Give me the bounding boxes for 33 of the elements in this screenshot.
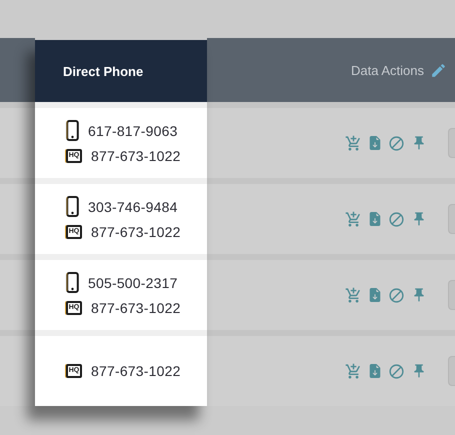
block-icon[interactable] [388, 286, 405, 304]
file-download-icon[interactable] [368, 212, 382, 226]
table-cell [0, 184, 35, 254]
phone-number: 617-817-9063 [88, 122, 178, 138]
column-header[interactable]: Data Actions [351, 62, 424, 78]
pencil-icon[interactable] [430, 62, 447, 78]
phone-number: 877-673-1022 [91, 224, 181, 240]
mobile-phone-icon [66, 196, 79, 217]
file-download-icon[interactable] [368, 364, 382, 378]
cut-off-button[interactable] [448, 280, 455, 310]
phone-number: 877-673-1022 [91, 148, 181, 164]
add-to-cart-icon[interactable] [345, 286, 362, 304]
block-icon[interactable] [388, 134, 405, 152]
cut-off-button[interactable] [448, 204, 455, 234]
cut-off-button[interactable] [448, 356, 455, 386]
cut-off-button[interactable] [448, 128, 455, 158]
phone-number: 877-673-1022 [91, 363, 181, 379]
block-icon[interactable] [388, 362, 405, 380]
column-header[interactable]: Direct Phone [63, 64, 144, 78]
table-cell [0, 336, 35, 406]
add-to-cart-icon[interactable] [345, 362, 362, 380]
add-to-cart-icon[interactable] [345, 134, 362, 152]
mobile-phone-icon [66, 120, 79, 141]
phone-number: 877-673-1022 [91, 300, 181, 316]
mobile-phone-icon [66, 272, 79, 293]
file-download-icon[interactable] [368, 288, 382, 302]
phone-number: 303-746-9484 [88, 198, 178, 214]
table-cell [0, 260, 35, 330]
block-icon[interactable] [388, 210, 405, 228]
add-to-cart-icon[interactable] [345, 210, 362, 228]
phone-number: 505-500-2317 [88, 274, 178, 290]
file-download-icon[interactable] [368, 136, 382, 150]
table-cell [0, 108, 35, 178]
